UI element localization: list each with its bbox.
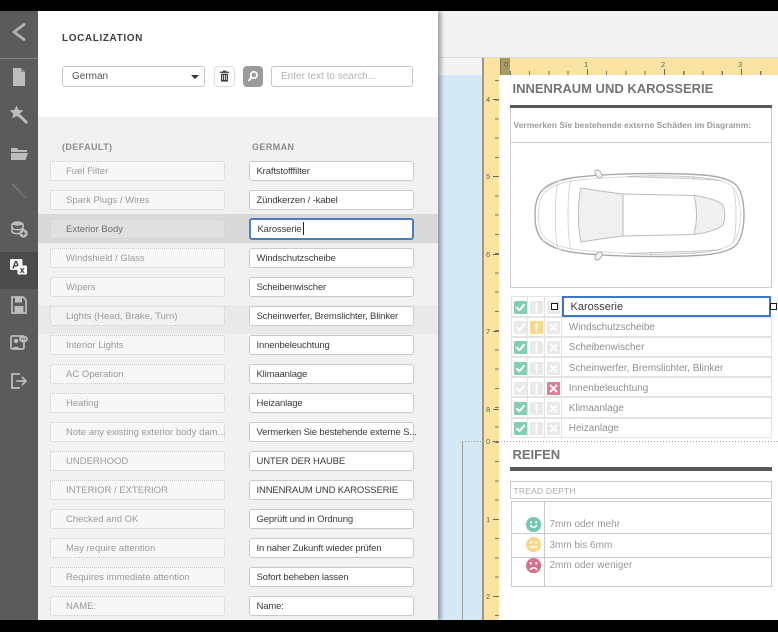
svg-text:x: x — [20, 265, 25, 275]
